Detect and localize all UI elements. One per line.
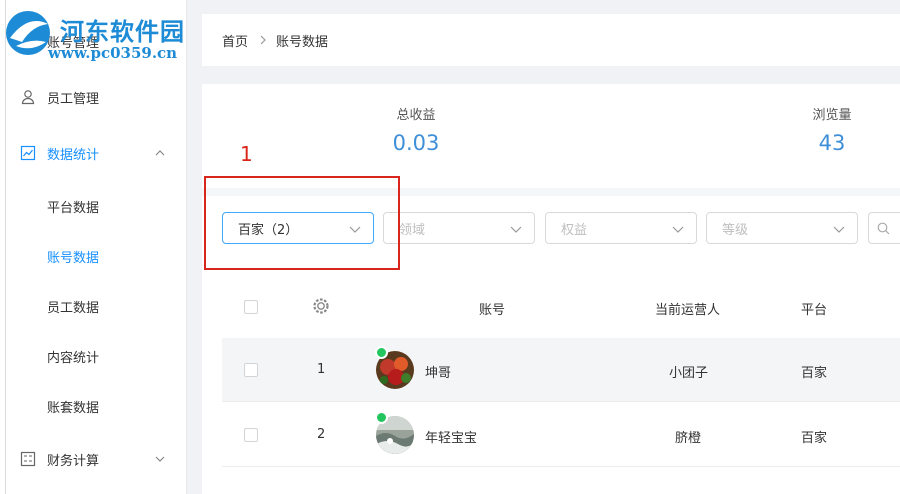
annotation-number: 1 bbox=[240, 142, 253, 166]
sidebar-item-finance[interactable]: 财务计算 bbox=[0, 439, 187, 479]
domain-select[interactable]: 领域 bbox=[383, 212, 535, 244]
settings-icon[interactable] bbox=[312, 297, 330, 315]
watermark-url: www.pc0359.cn bbox=[48, 44, 178, 62]
domain-select-placeholder: 领域 bbox=[399, 222, 426, 238]
stat-total-revenue: 总收益 0.03 bbox=[374, 104, 458, 155]
sidebar-subitem-staff-data[interactable]: 员工数据 bbox=[0, 286, 187, 326]
row-account-name[interactable]: 坤哥 bbox=[425, 362, 451, 381]
column-header-operator: 当前运营人 bbox=[655, 303, 721, 318]
sidebar-subitem-account-data[interactable]: 账号数据 bbox=[0, 236, 187, 276]
sidebar-subitem-ledger-data[interactable]: 账套数据 bbox=[0, 386, 187, 426]
search-input[interactable] bbox=[868, 212, 900, 244]
chevron-up-icon bbox=[155, 150, 165, 156]
chevron-down-icon bbox=[510, 226, 522, 233]
stat-title: 浏览量 bbox=[812, 108, 852, 123]
table-header: 账号 当前运营人 平台 bbox=[222, 284, 900, 332]
stat-value: 43 bbox=[818, 131, 846, 155]
column-header-platform: 平台 bbox=[801, 303, 828, 318]
row-platform: 百家 bbox=[801, 431, 828, 446]
sidebar: 账号管理 员工管理 数据统计 平台数据 账号数据 员工数据 内容统计 账套数据 bbox=[0, 0, 187, 494]
watermark-logo: 河东软件园 www.pc0359.cn bbox=[0, 4, 200, 64]
level-select[interactable]: 等级 bbox=[706, 212, 858, 244]
sidebar-subitem-label: 内容统计 bbox=[47, 350, 100, 366]
main-panel: 总收益 0.03 浏览量 43 1 百家（2） 领域 权益 等级 账号 当前运营… bbox=[202, 84, 900, 494]
row-platform: 百家 bbox=[801, 366, 828, 381]
sidebar-item-staff-management[interactable]: 员工管理 bbox=[0, 77, 187, 117]
user-icon bbox=[21, 90, 35, 105]
calculator-icon bbox=[20, 451, 36, 467]
table-row[interactable]: 1 坤哥 小团子 百家 bbox=[222, 338, 900, 402]
chevron-right-icon bbox=[260, 35, 266, 45]
breadcrumb: 首页 账号数据 bbox=[202, 14, 900, 66]
sidebar-subitem-label: 账号数据 bbox=[47, 250, 100, 266]
row-account-name[interactable]: 年轻宝宝 bbox=[425, 427, 477, 446]
sidebar-subitem-platform-data[interactable]: 平台数据 bbox=[0, 186, 187, 226]
chevron-down-icon bbox=[155, 456, 165, 462]
level-select-placeholder: 等级 bbox=[722, 222, 749, 238]
watermark-title: 河东软件园 bbox=[60, 17, 185, 46]
annotation-highlight-box bbox=[204, 176, 400, 270]
sidebar-subitem-content-stats[interactable]: 内容统计 bbox=[0, 336, 187, 376]
rights-select-placeholder: 权益 bbox=[561, 222, 588, 238]
column-header-account: 账号 bbox=[479, 303, 506, 318]
breadcrumb-home[interactable]: 首页 bbox=[222, 31, 248, 50]
stat-page-views: 浏览量 43 bbox=[792, 104, 872, 155]
sidebar-subitem-label: 平台数据 bbox=[47, 200, 100, 216]
chevron-down-icon bbox=[833, 226, 845, 233]
row-index: 1 bbox=[317, 362, 326, 377]
app: 账号管理 员工管理 数据统计 平台数据 账号数据 员工数据 内容统计 账套数据 bbox=[0, 0, 900, 494]
select-all-checkbox[interactable] bbox=[244, 300, 258, 314]
sidebar-subitem-label: 账套数据 bbox=[47, 400, 100, 416]
stat-title: 总收益 bbox=[396, 108, 436, 123]
rights-select[interactable]: 权益 bbox=[545, 212, 697, 244]
sidebar-item-label: 员工管理 bbox=[47, 91, 100, 107]
search-icon bbox=[877, 222, 890, 235]
chevron-down-icon bbox=[672, 226, 684, 233]
stat-value: 0.03 bbox=[392, 131, 440, 155]
sidebar-item-label: 数据统计 bbox=[47, 147, 100, 163]
row-operator: 脐橙 bbox=[675, 431, 702, 446]
breadcrumb-current: 账号数据 bbox=[276, 34, 329, 50]
row-checkbox[interactable] bbox=[244, 363, 258, 377]
chart-icon bbox=[20, 145, 36, 161]
sidebar-subitem-label: 员工数据 bbox=[47, 300, 100, 316]
row-operator: 小团子 bbox=[669, 366, 709, 381]
online-status-dot bbox=[375, 411, 388, 424]
sidebar-item-data-statistics[interactable]: 数据统计 bbox=[0, 133, 187, 173]
sidebar-item-label: 财务计算 bbox=[47, 453, 100, 469]
table-row[interactable]: 2 年轻宝宝 脐橙 百家 bbox=[222, 403, 900, 467]
online-status-dot bbox=[375, 346, 388, 359]
row-checkbox[interactable] bbox=[244, 428, 258, 442]
row-index: 2 bbox=[317, 427, 326, 442]
